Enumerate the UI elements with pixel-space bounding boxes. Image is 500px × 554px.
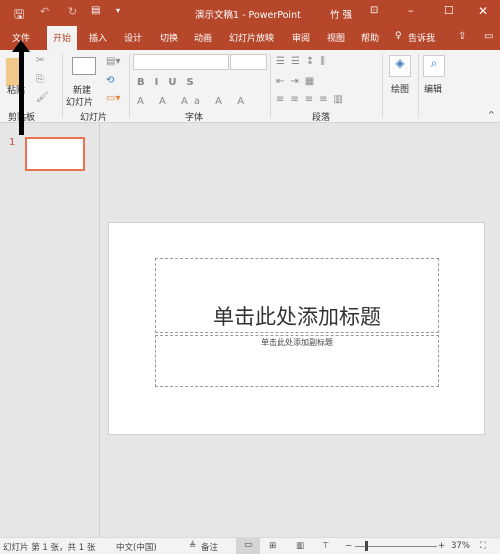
minimize-icon[interactable]: – <box>408 4 414 17</box>
slideshow-icon[interactable]: ⊤ <box>322 541 329 551</box>
reading-view-icon[interactable]: ▥ <box>296 541 304 551</box>
tab-insert[interactable]: 插入 <box>89 31 107 44</box>
ribbon: 粘贴 ✂ ⎘ 🖌 新建 幻灯片 ▤▾ ⟲ ▭▾ BIUS A A Aa A A … <box>0 50 500 123</box>
lightbulb-icon: ♀ <box>395 31 402 41</box>
tell-me-search[interactable]: 告诉我 <box>408 31 435 44</box>
font-color-icons[interactable]: A A Aa A A <box>137 96 250 107</box>
tab-design[interactable]: 设计 <box>124 31 142 44</box>
slide-info: 幻灯片 第 1 张，共 1 张 <box>3 543 96 553</box>
share-icon[interactable]: ⇪ <box>458 31 466 42</box>
thumbnail-pane: 1 <box>0 123 100 537</box>
notes-button[interactable]: 备注 <box>201 541 218 553</box>
fit-to-window-icon[interactable]: ⛶ <box>480 541 486 551</box>
tab-view[interactable]: 视图 <box>327 31 345 44</box>
close-icon[interactable]: ✕ <box>478 4 488 18</box>
font-format-icons[interactable]: BIUS <box>137 77 204 88</box>
tab-review[interactable]: 审阅 <box>292 31 310 44</box>
zoom-out-icon[interactable]: − <box>345 541 352 551</box>
window-title: 演示文稿1 - PowerPoint <box>195 10 301 21</box>
status-bar: 幻灯片 第 1 张，共 1 张 中文(中国) ≜ 备注 ▭ ⊞ ▥ ⊤ − + … <box>0 537 500 554</box>
section-icon[interactable]: ▭▾ <box>106 93 120 104</box>
copy-icon[interactable]: ⎘ <box>36 74 44 85</box>
font-name-select[interactable] <box>133 54 229 70</box>
list-icons[interactable]: ☰☰↕⫼ <box>276 56 331 67</box>
reset-icon[interactable]: ⟲ <box>106 75 114 86</box>
zoom-in-icon[interactable]: + <box>438 541 445 551</box>
tab-home[interactable]: 开始 <box>47 26 78 50</box>
draw-button[interactable]: 绘图 <box>391 82 409 95</box>
ribbon-display-icon[interactable]: ⊡ <box>370 5 378 16</box>
new-slide-label-2[interactable]: 幻灯片 <box>66 95 93 108</box>
group-slides: 幻灯片 <box>80 113 108 123</box>
shapes-icon[interactable]: ◈ <box>389 55 411 77</box>
zoom-slider-thumb[interactable] <box>365 541 368 551</box>
align-icons[interactable]: ≡≡≡≡▥ <box>276 94 349 105</box>
redo-icon[interactable]: ↻ <box>68 5 77 18</box>
collapse-ribbon-icon[interactable]: ^ <box>488 110 495 119</box>
slideshow-start-icon[interactable]: ▤ <box>91 5 100 16</box>
tab-slideshow[interactable]: 幻灯片放映 <box>229 31 274 44</box>
notes-icon: ≜ <box>189 541 197 551</box>
group-font: 字体 <box>185 113 204 123</box>
zoom-level[interactable]: 37% <box>451 541 470 551</box>
find-icon[interactable]: ⌕ <box>423 55 445 77</box>
maximize-icon[interactable]: ☐ <box>444 4 454 17</box>
normal-view-icon[interactable]: ▭ <box>236 538 260 554</box>
title-bar: 🖫 ↶ ↻ ▤ ▾ 演示文稿1 - PowerPoint 竹 强 ⊡ – ☐ ✕ <box>0 0 500 25</box>
slide-canvas[interactable]: 单击此处添加标题 单击此处添加副标题 <box>108 222 485 435</box>
customize-icon[interactable]: ▾ <box>116 6 120 15</box>
user-name[interactable]: 竹 强 <box>330 7 352 21</box>
subtitle-placeholder[interactable]: 单击此处添加副标题 <box>155 335 439 387</box>
arrow-annotation <box>19 45 24 135</box>
tab-animations[interactable]: 动画 <box>194 31 212 44</box>
cut-icon[interactable]: ✂ <box>36 55 44 66</box>
arrow-head-icon <box>12 40 30 52</box>
tab-transitions[interactable]: 切换 <box>160 31 178 44</box>
comments-icon[interactable]: ▭ <box>484 31 493 42</box>
layout-icon[interactable]: ▤▾ <box>106 56 120 67</box>
indent-icons[interactable]: ⇤⇥▦ <box>276 76 320 87</box>
ribbon-tabs: 文件 开始 插入 设计 切换 动画 幻灯片放映 审阅 视图 帮助 ♀ 告诉我 ⇪… <box>0 25 500 50</box>
save-icon[interactable]: 🖫 <box>14 5 24 26</box>
new-slide-icon[interactable] <box>72 57 96 75</box>
slide-thumbnail[interactable] <box>25 137 85 171</box>
font-size-select[interactable] <box>230 54 267 70</box>
slide-sorter-icon[interactable]: ⊞ <box>269 541 276 551</box>
undo-icon[interactable]: ↶ <box>40 5 49 18</box>
thumbnail-number: 1 <box>9 137 16 148</box>
format-painter-icon[interactable]: 🖌 <box>36 92 49 103</box>
title-placeholder[interactable]: 单击此处添加标题 <box>155 258 439 333</box>
tab-help[interactable]: 帮助 <box>361 31 379 44</box>
edit-button[interactable]: 编辑 <box>424 82 442 95</box>
group-paragraph: 段落 <box>312 113 331 123</box>
language[interactable]: 中文(中国) <box>116 541 157 553</box>
